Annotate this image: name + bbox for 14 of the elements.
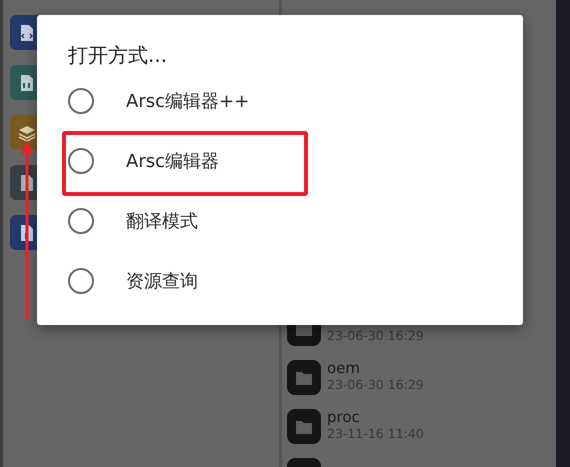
- option-label[interactable]: 资源查询: [126, 268, 198, 294]
- radio-button[interactable]: [68, 88, 94, 114]
- option-label[interactable]: Arsc编辑器++: [126, 88, 250, 114]
- file-name: oem: [327, 360, 362, 377]
- option-label[interactable]: Arsc编辑器: [126, 148, 219, 174]
- file-icon: [18, 74, 36, 92]
- option-label[interactable]: 翻译模式: [126, 208, 198, 234]
- file-icon: [18, 24, 36, 42]
- layers-icon: [18, 124, 36, 142]
- radio-button[interactable]: [68, 148, 94, 174]
- file-name: proc: [327, 409, 361, 426]
- radio-button[interactable]: [68, 268, 94, 294]
- radio-button[interactable]: [68, 208, 94, 234]
- dialog-title: 打开方式...: [68, 42, 168, 69]
